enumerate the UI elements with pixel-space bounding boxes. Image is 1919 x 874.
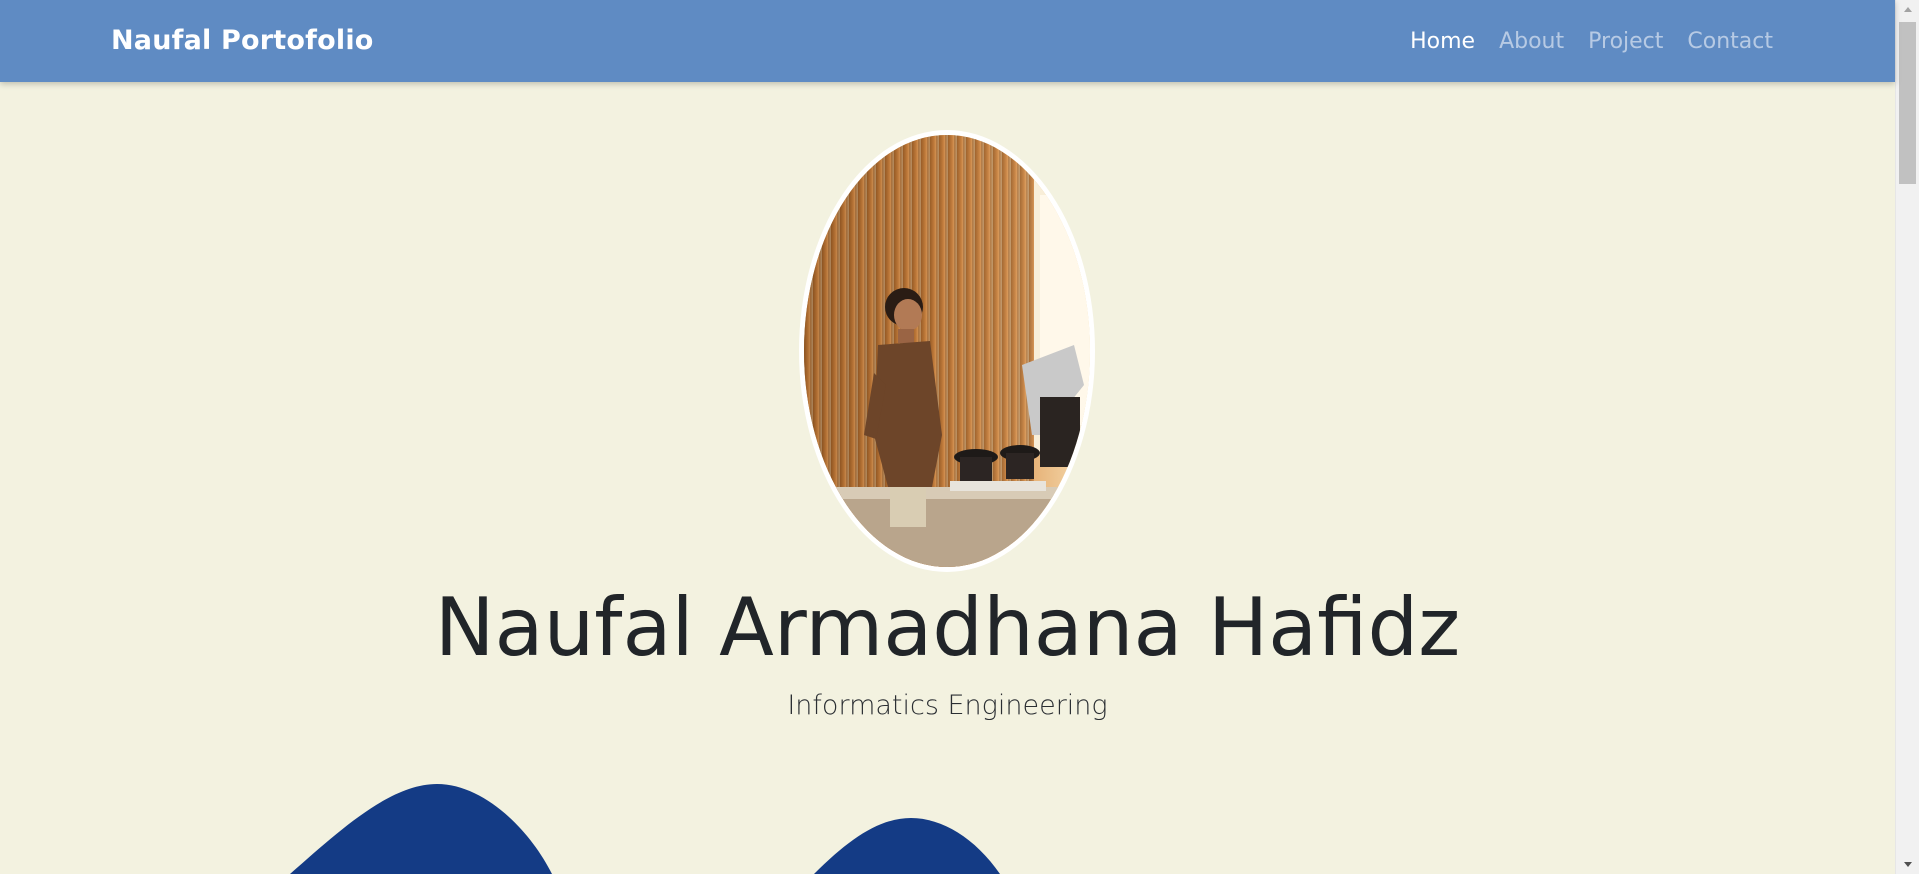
hero-subtitle: Informatics Engineering <box>787 690 1108 721</box>
brand-logo[interactable]: Naufal Portofolio <box>111 0 374 82</box>
navbar: Naufal Portofolio Home About Project Con… <box>0 0 1895 82</box>
scroll-thumb[interactable] <box>1899 22 1916 184</box>
nav-link-contact[interactable]: Contact <box>1687 29 1773 54</box>
nav-link-home[interactable]: Home <box>1410 29 1475 54</box>
profile-photo <box>799 130 1095 572</box>
nav-link-about[interactable]: About <box>1499 29 1564 54</box>
hero-name: Naufal Armadhana Hafidz <box>434 581 1461 674</box>
nav-links: Home About Project Contact <box>1410 0 1773 82</box>
scroll-up-arrow-icon[interactable] <box>1896 0 1919 18</box>
profile-photo-illustration <box>804 135 1090 567</box>
page-scrollbar[interactable] <box>1895 0 1919 874</box>
nav-link-project[interactable]: Project <box>1588 29 1663 54</box>
wave-decoration <box>290 784 1000 874</box>
scroll-down-arrow-icon[interactable] <box>1896 856 1919 874</box>
